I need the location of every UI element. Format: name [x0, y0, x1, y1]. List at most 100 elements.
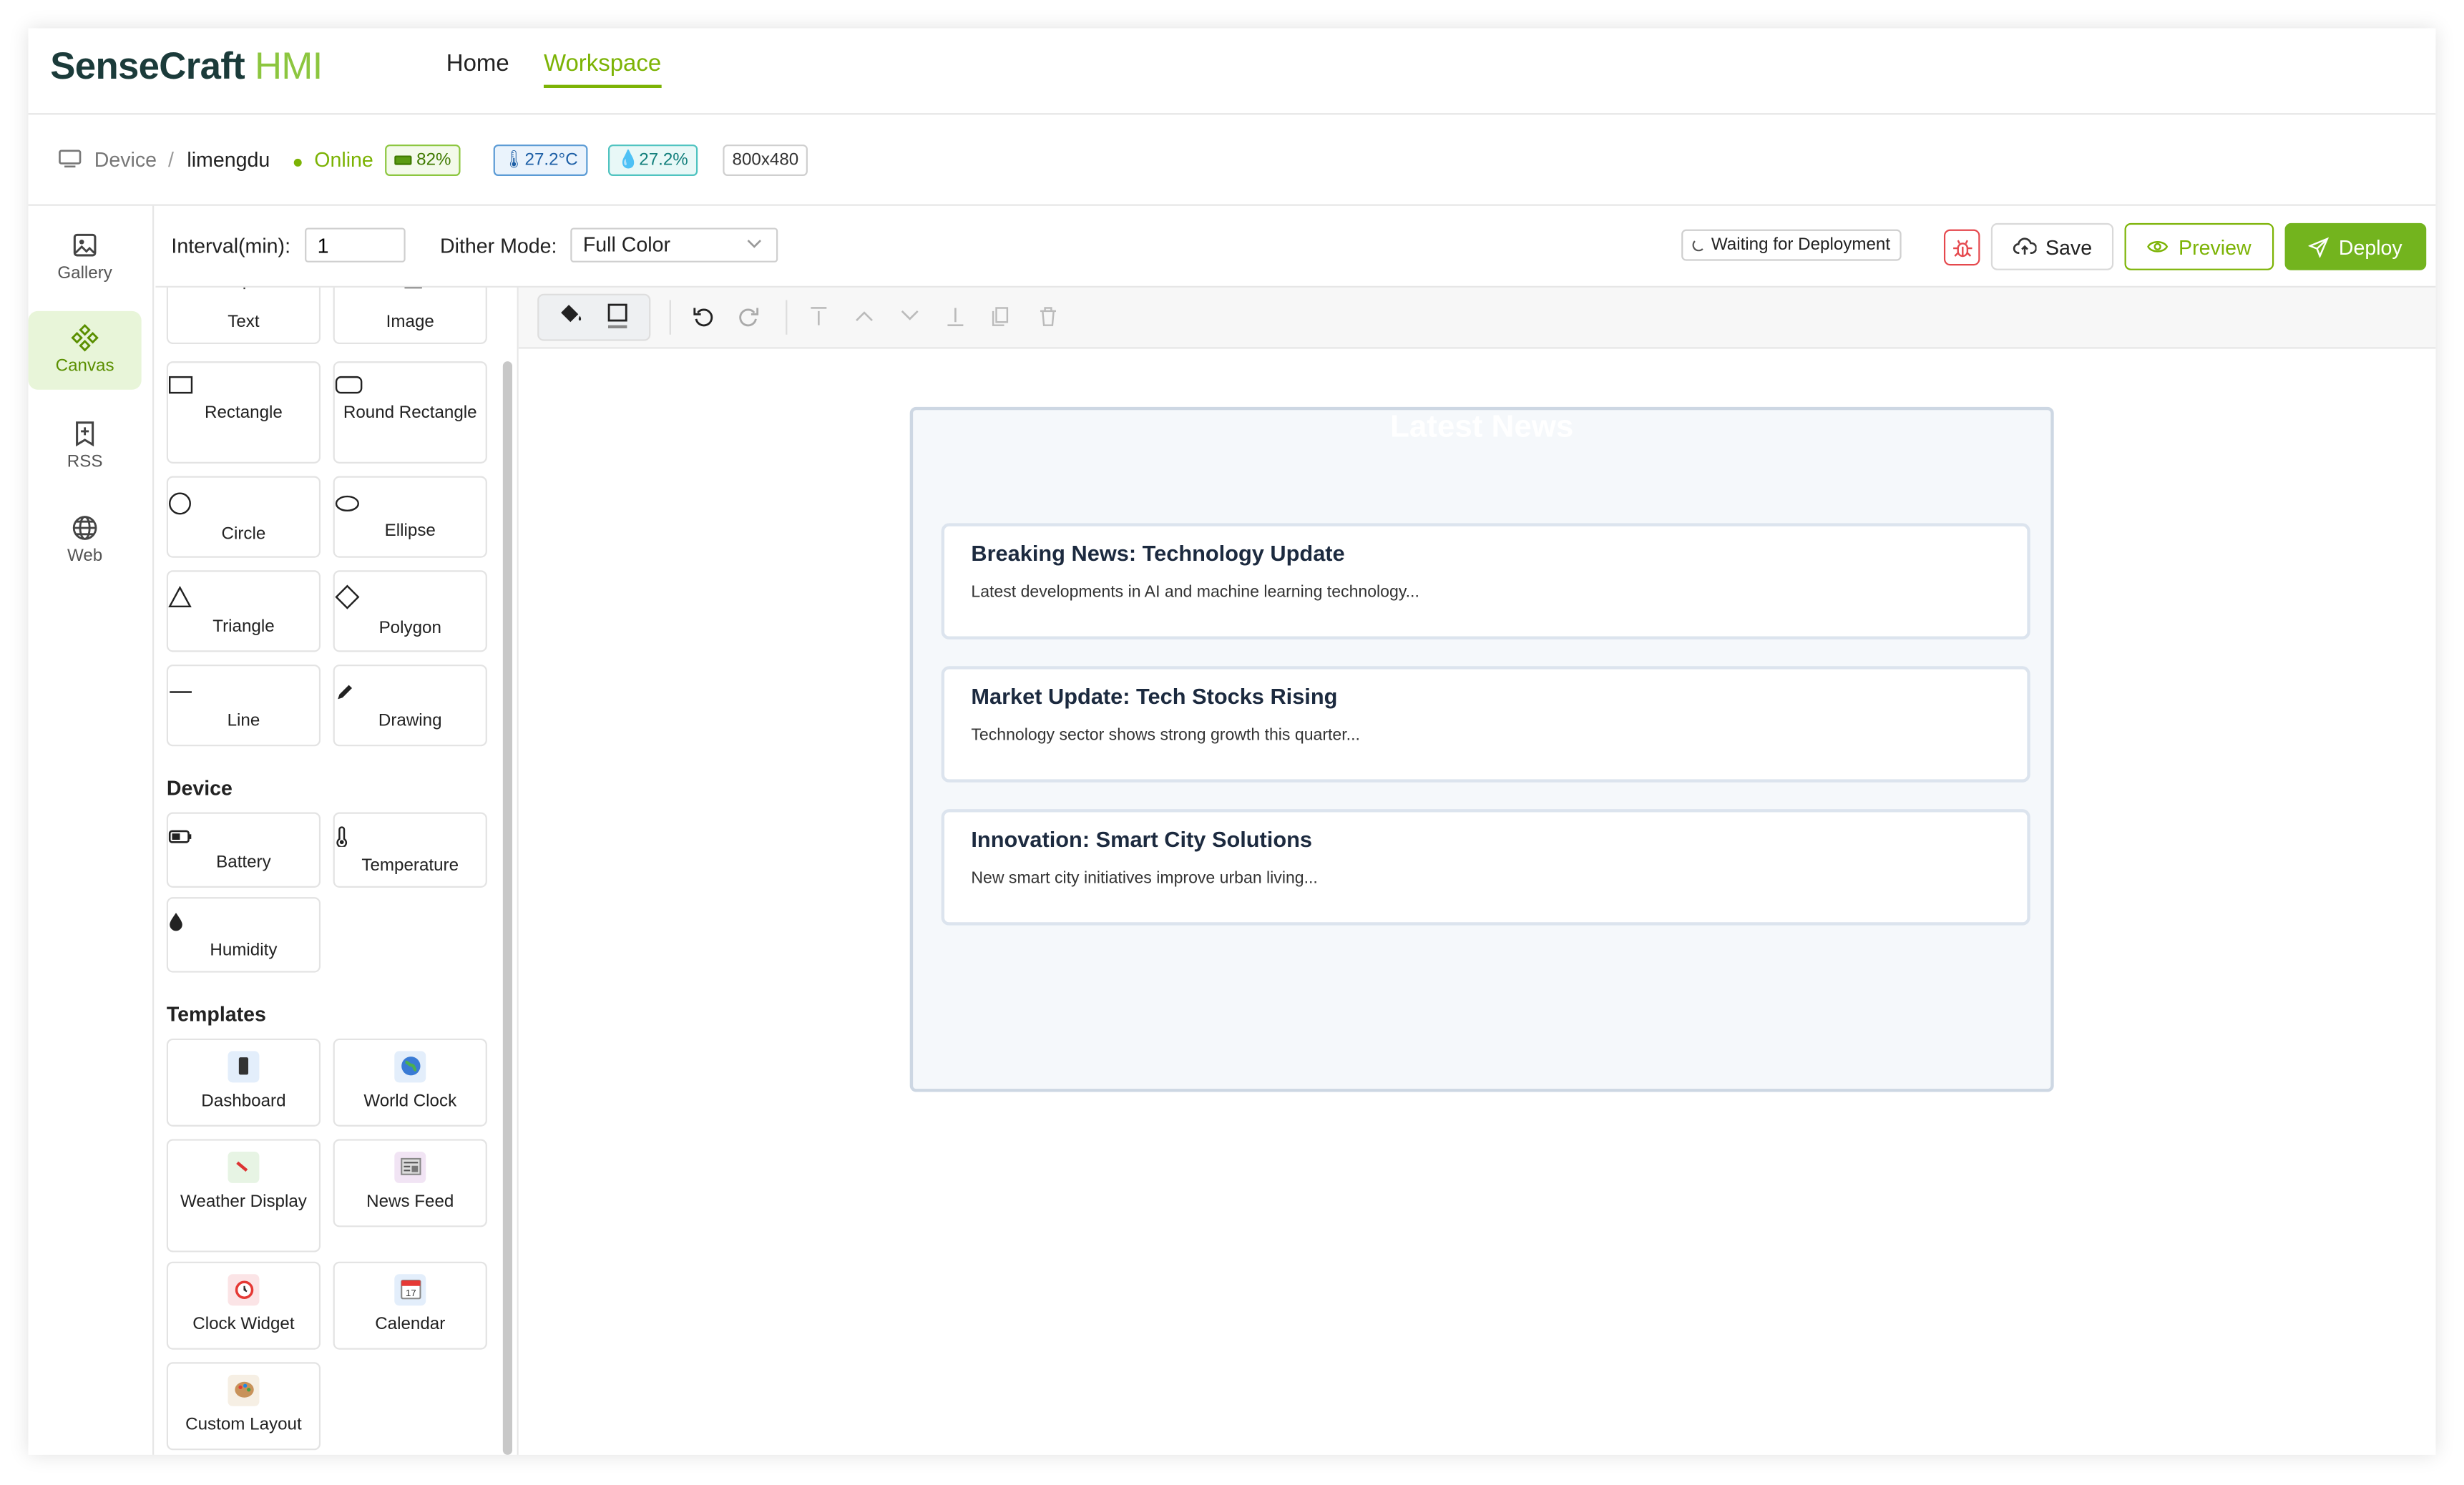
top-bar: SenseCraft HMI Home Workspace	[28, 29, 2436, 115]
tile-drawing[interactable]: Drawing	[333, 665, 487, 747]
canvas-toolbar	[518, 287, 2436, 349]
news-card-body: Technology sector shows strong growth th…	[971, 725, 1360, 745]
display-frame[interactable]: Latest News Breaking News: Technology Up…	[909, 406, 2054, 1092]
toolbar-separator	[786, 300, 788, 335]
sidebar-item-web[interactable]: Web	[29, 501, 142, 577]
tile-polygon[interactable]: Polygon	[333, 570, 487, 652]
battery-icon	[394, 155, 412, 165]
ellipse-icon	[335, 495, 486, 512]
image-icon	[404, 287, 422, 289]
logo[interactable]: SenseCraft HMI	[50, 46, 323, 89]
chevron-down-icon	[746, 235, 762, 251]
paint-bucket-icon[interactable]	[559, 303, 583, 325]
trash-icon[interactable]	[1039, 306, 1057, 327]
svg-text:17: 17	[405, 1288, 416, 1298]
copy-icon[interactable]	[992, 306, 1010, 327]
send-to-back-icon[interactable]	[946, 306, 964, 327]
interval-input[interactable]	[305, 227, 406, 263]
tile-image[interactable]: Image	[333, 287, 487, 345]
sidebar: Gallery Canvas RSS Web	[28, 205, 155, 1455]
droplet-icon: 💧	[617, 150, 640, 170]
rectangle-icon	[168, 376, 319, 394]
cloud-upload-icon	[2013, 237, 2036, 256]
news-card[interactable]: Market Update: Tech Stocks Rising Techno…	[941, 666, 2030, 783]
save-button[interactable]: Save	[1990, 222, 2114, 270]
debug-button[interactable]	[1943, 229, 1980, 266]
sidebar-item-rss[interactable]: RSS	[29, 407, 142, 482]
news-card-title: Innovation: Smart City Solutions	[971, 826, 1313, 852]
section-title-device: Device	[166, 776, 233, 800]
battery-badge: 82%	[385, 144, 461, 176]
preview-button[interactable]: Preview	[2124, 222, 2274, 270]
app-window: SenseCraft HMI Home Workspace Device / l…	[28, 28, 2436, 1455]
settings-toolbar: Interval(min): Dither Mode: Full Color W…	[155, 206, 2436, 288]
tile-custom-layout[interactable]: Custom Layout	[166, 1362, 321, 1451]
globe-icon	[394, 1051, 426, 1083]
breadcrumb-separator: /	[168, 147, 174, 172]
eye-icon	[2147, 239, 2169, 255]
battery-icon	[168, 830, 319, 844]
tile-line[interactable]: Line	[166, 665, 321, 747]
triangle-icon	[168, 586, 319, 608]
nav-workspace[interactable]: Workspace	[543, 50, 662, 88]
interval-label: Interval(min):	[171, 234, 291, 258]
move-up-icon[interactable]	[855, 308, 874, 323]
newspaper-icon	[394, 1151, 426, 1183]
news-title[interactable]: Latest News	[913, 410, 2050, 446]
section-title-templates: Templates	[166, 1002, 266, 1026]
dither-label: Dither Mode:	[439, 234, 557, 258]
bookmark-plus-icon	[71, 419, 99, 448]
nav-home[interactable]: Home	[446, 50, 509, 77]
toolbar-separator	[669, 300, 671, 335]
bring-to-front-icon[interactable]	[809, 306, 828, 327]
tile-ellipse[interactable]: Ellipse	[333, 476, 487, 558]
temperature-badge: 🌡27.2°C	[493, 144, 587, 176]
sidebar-item-canvas[interactable]: Canvas	[28, 310, 142, 390]
undo-icon[interactable]	[693, 306, 714, 327]
monitor-icon	[58, 150, 82, 168]
element-palette: Text Image Rectangle Round Rectangle Cir…	[155, 287, 499, 1455]
status-online: Online	[314, 147, 373, 172]
tile-weather-display[interactable]: Weather Display	[166, 1139, 321, 1253]
canvas-area[interactable]: Latest News Breaking News: Technology Up…	[518, 348, 2436, 1455]
tile-calendar[interactable]: 17 Calendar	[333, 1261, 487, 1350]
sidebar-item-gallery[interactable]: Gallery	[29, 218, 142, 293]
border-color-icon[interactable]	[607, 303, 629, 329]
fill-tool-group	[537, 293, 651, 341]
move-down-icon[interactable]	[901, 308, 919, 323]
redo-icon[interactable]	[738, 306, 759, 327]
tile-clock-widget[interactable]: Clock Widget	[166, 1261, 321, 1350]
news-card[interactable]: Breaking News: Technology Update Latest …	[941, 523, 2030, 639]
news-card[interactable]: Innovation: Smart City Solutions New sma…	[941, 809, 2030, 926]
dither-select[interactable]: Full Color	[570, 227, 778, 263]
polygon-icon	[335, 584, 486, 609]
tile-triangle[interactable]: Triangle	[166, 570, 321, 652]
canvas-icon	[71, 323, 99, 352]
tile-temperature[interactable]: Temperature	[333, 812, 487, 888]
alarm-clock-icon	[228, 1274, 260, 1306]
news-card-body: New smart city initiatives improve urban…	[971, 868, 1318, 888]
tile-news-feed[interactable]: News Feed	[333, 1139, 487, 1227]
tile-battery[interactable]: Battery	[166, 812, 321, 888]
tile-humidity[interactable]: Humidity	[166, 897, 321, 973]
deployment-status: Waiting for Deployment	[1681, 229, 1902, 261]
tile-rectangle[interactable]: Rectangle	[166, 361, 321, 464]
tile-text[interactable]: Text	[166, 287, 321, 345]
circle-icon	[168, 491, 319, 515]
resolution-badge: 800x480	[723, 144, 808, 176]
deploy-button[interactable]: Deploy	[2284, 222, 2427, 270]
thermometer-icon: 🌡	[502, 150, 525, 170]
tile-round-rectangle[interactable]: Round Rectangle	[333, 361, 487, 464]
news-card-title: Market Update: Tech Stocks Rising	[971, 683, 1338, 709]
palette-scrollbar[interactable]	[502, 361, 513, 1455]
globe-icon	[71, 514, 99, 542]
tile-world-clock[interactable]: World Clock	[333, 1038, 487, 1127]
tile-circle[interactable]: Circle	[166, 476, 321, 558]
device-name: limengdu	[187, 147, 270, 172]
weather-icon	[228, 1151, 260, 1183]
device-label[interactable]: Device	[94, 147, 157, 171]
image-icon	[71, 231, 99, 260]
news-card-title: Breaking News: Technology Update	[971, 540, 1345, 566]
tile-dashboard[interactable]: Dashboard	[166, 1038, 321, 1127]
palette-icon	[228, 1374, 260, 1406]
